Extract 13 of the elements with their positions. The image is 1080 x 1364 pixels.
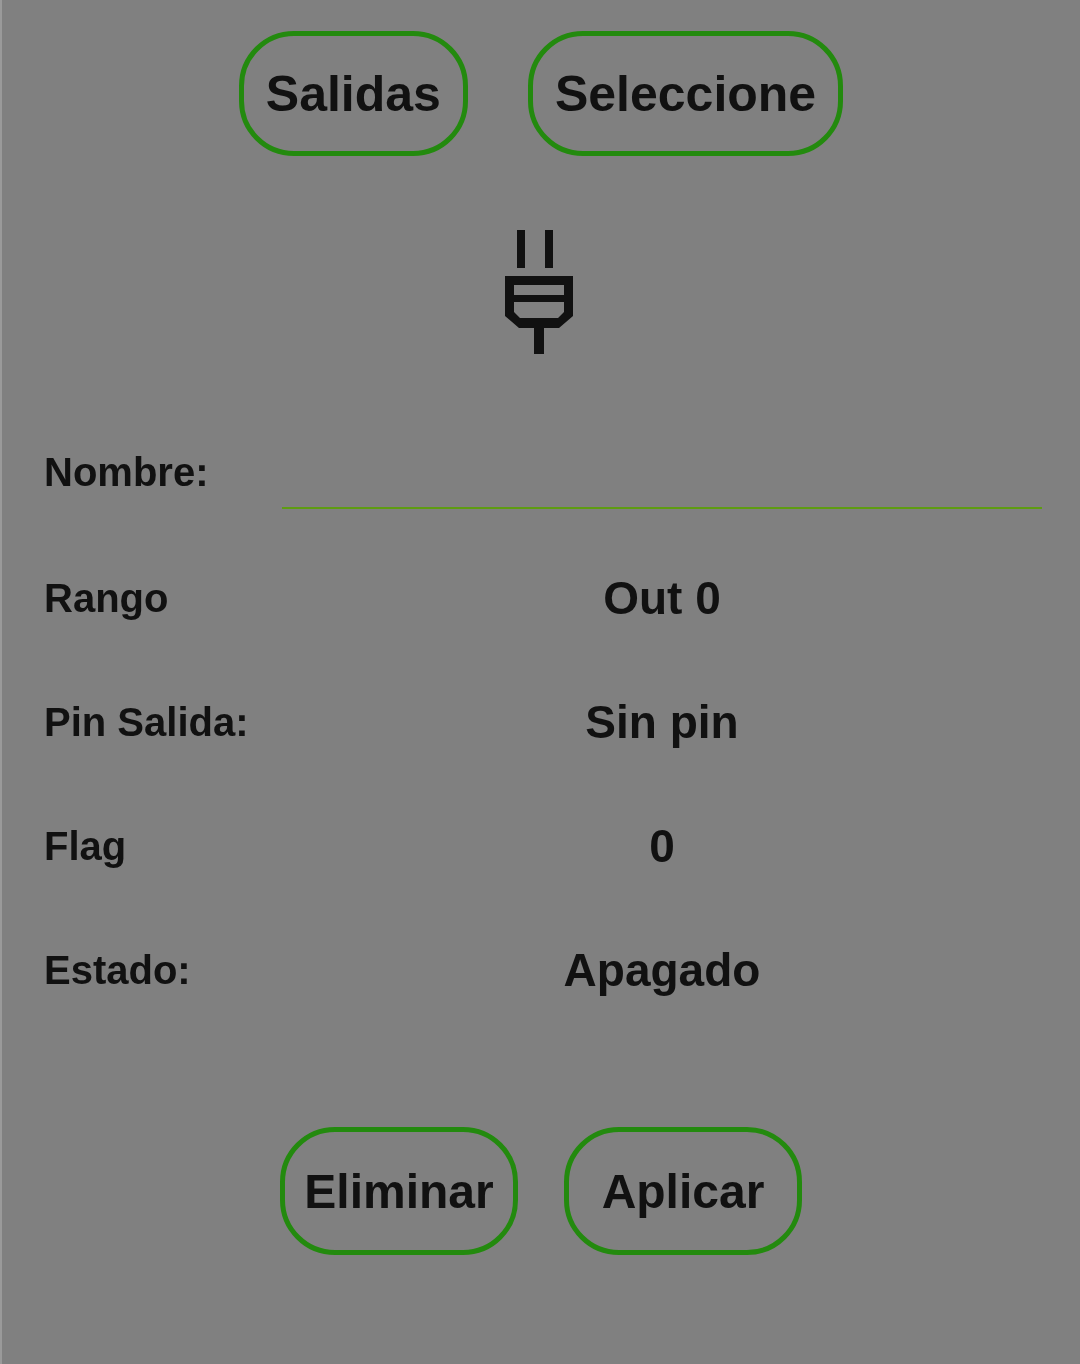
field-label: Rango — [44, 575, 170, 621]
field-value: 0 — [648, 819, 676, 873]
action-button[interactable]: Eliminar — [280, 1127, 518, 1255]
action-button[interactable]: Aplicar — [564, 1127, 802, 1255]
field-label: Flag — [44, 823, 128, 869]
field-label: Estado: — [44, 947, 192, 993]
field-value: Sin pin — [584, 695, 740, 749]
field-label: Nombre: — [44, 450, 210, 496]
top-button[interactable]: Salidas — [238, 31, 468, 156]
top-button[interactable]: Seleccione — [527, 31, 844, 156]
field-value: Apagado — [562, 943, 762, 997]
field-value: Out 0 — [602, 571, 722, 625]
field-label: Pin Salida: — [44, 699, 250, 745]
